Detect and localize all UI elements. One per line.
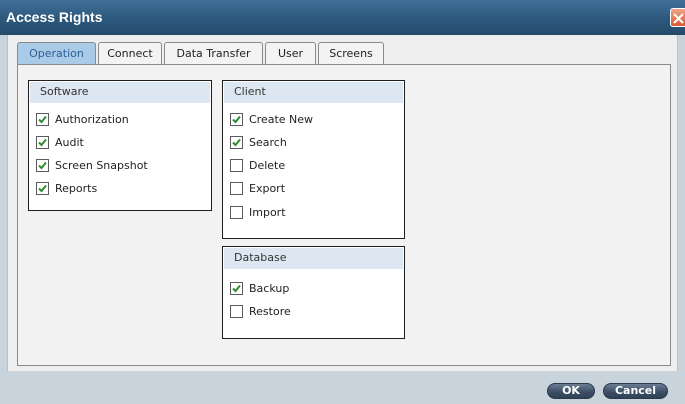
checkbox-box: [230, 182, 243, 195]
group-header: Client: [224, 82, 403, 103]
tab-screens[interactable]: Screens: [318, 42, 384, 64]
checkbox-box: [36, 182, 49, 195]
client-group: Client Create New Search Delete Export I…: [222, 80, 405, 239]
group-header: Software: [30, 82, 210, 103]
title-bar: Access Rights: [0, 0, 685, 35]
checkbox-box: [230, 159, 243, 172]
ok-button[interactable]: OK: [547, 383, 595, 399]
tab-label: Connect: [107, 47, 153, 60]
check-icon: [38, 138, 47, 147]
check-icon: [38, 184, 47, 193]
checkbox-box: [230, 113, 243, 126]
close-icon: [673, 13, 684, 24]
checkbox-label: Delete: [249, 159, 286, 172]
operation-tab-panel: Software Authorization Audit Screen Snap…: [17, 64, 671, 366]
checkbox-label: Authorization: [55, 113, 129, 126]
cancel-button[interactable]: Cancel: [603, 383, 668, 399]
checkbox-label: Audit: [55, 136, 84, 149]
tab-label: Operation: [29, 47, 84, 60]
software-group: Software Authorization Audit Screen Snap…: [28, 80, 212, 211]
tab-label: Screens: [329, 47, 373, 60]
checkbox-label: Import: [249, 206, 286, 219]
checkbox-box: [230, 206, 243, 219]
checkbox-label: Backup: [249, 282, 290, 295]
checkbox-box: [36, 159, 49, 172]
tab-connect[interactable]: Connect: [98, 42, 162, 64]
checkbox-label: Export: [249, 182, 286, 195]
dialog-footer: OK Cancel: [0, 371, 685, 404]
check-icon: [38, 161, 47, 170]
window-title: Access Rights: [6, 9, 103, 25]
checkbox-label: Search: [249, 136, 287, 149]
tab-label: Data Transfer: [176, 47, 251, 60]
checkbox-box: [230, 136, 243, 149]
checkbox-label: Restore: [249, 305, 291, 318]
checkbox-box: [230, 282, 243, 295]
dialog-content: Operation Connect Data Transfer User Scr…: [7, 35, 678, 371]
checkbox-label: Reports: [55, 182, 98, 195]
checkbox-box: [230, 305, 243, 318]
check-icon: [232, 115, 241, 124]
checkbox-label: Create New: [249, 113, 314, 126]
check-icon: [232, 138, 241, 147]
group-header: Database: [224, 248, 403, 269]
tab-user[interactable]: User: [265, 42, 316, 64]
checkbox-box: [36, 113, 49, 126]
check-icon: [38, 115, 47, 124]
database-group: Database Backup Restore: [222, 246, 405, 339]
tab-operation[interactable]: Operation: [17, 42, 96, 65]
checkbox-label: Screen Snapshot: [55, 159, 148, 172]
check-icon: [232, 284, 241, 293]
tab-data-transfer[interactable]: Data Transfer: [164, 42, 263, 64]
close-button[interactable]: [670, 8, 685, 27]
checkbox-box: [36, 136, 49, 149]
tab-label: User: [277, 47, 304, 60]
